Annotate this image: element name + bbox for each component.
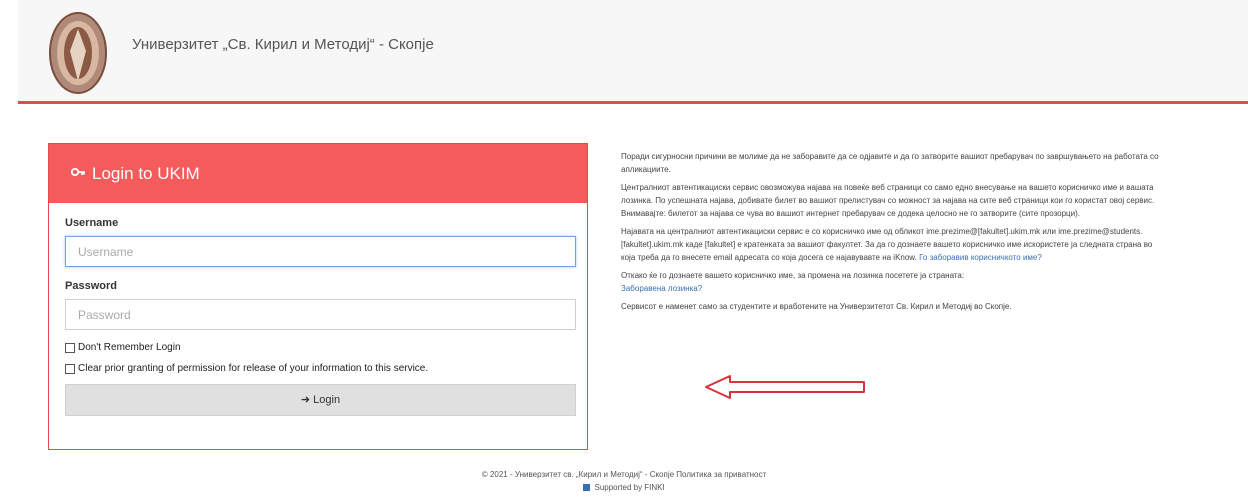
login-button[interactable]: ➜ Login xyxy=(65,384,576,416)
forgot-password-link[interactable]: Заборавена лозинка? xyxy=(621,284,702,293)
clear-permission-row[interactable]: Clear prior granting of permission for r… xyxy=(65,363,574,374)
finki-icon xyxy=(583,484,591,492)
copyright-text: © 2021 - Универзитет св. „Кирил и Методи… xyxy=(481,470,675,479)
info-paragraph-5: Сервисот е наменет само за студентите и … xyxy=(621,302,1012,311)
forgot-username-link[interactable]: Го заборавив корисничкото име? xyxy=(919,253,1042,262)
username-input[interactable] xyxy=(65,236,576,267)
info-paragraph-4: Откако ќе го дознаете вашето корисничко … xyxy=(621,269,1161,295)
supported-text: Supported by FINKI xyxy=(594,483,665,492)
dont-remember-checkbox[interactable] xyxy=(65,342,75,353)
dont-remember-row[interactable]: Don't Remember Login xyxy=(65,342,574,353)
footer-copyright-line: © 2021 - Универзитет св. „Кирил и Методи… xyxy=(0,468,1248,481)
footer: © 2021 - Универзитет св. „Кирил и Методи… xyxy=(0,468,1248,494)
login-form: Username Password Don't Remember Login C… xyxy=(49,217,587,416)
password-input[interactable] xyxy=(65,299,576,330)
login-title: Login to UKIM xyxy=(92,163,200,183)
red-arrow-annotation xyxy=(705,375,865,399)
dont-remember-label[interactable]: Don't Remember Login xyxy=(78,342,181,353)
clear-permission-checkbox[interactable] xyxy=(65,363,75,374)
university-title: Универзитет „Св. Кирил и Методиј“ - Скоп… xyxy=(132,36,434,53)
university-logo xyxy=(49,12,107,94)
info-paragraph-1: Поради сигурносни причини ве молиме да н… xyxy=(621,152,1159,174)
info-text: Поради сигурносни причини ве молиме да н… xyxy=(621,150,1161,318)
info-paragraph-2: Централниот автентикациски сервис овозмо… xyxy=(621,183,1155,218)
sign-in-icon: ➜ xyxy=(300,394,311,406)
header: Универзитет „Св. Кирил и Методиј“ - Скоп… xyxy=(18,0,1248,104)
info-paragraph-4-text: Откако ќе го дознаете вашето корисничко … xyxy=(621,271,965,280)
privacy-policy-link[interactable]: Политика за приватност xyxy=(676,470,766,479)
password-label: Password xyxy=(65,280,117,292)
info-paragraph-3: Најавата на централниот автентикациски с… xyxy=(621,225,1161,264)
key-icon xyxy=(70,165,86,182)
login-panel-heading: Login to UKIM xyxy=(49,144,587,203)
login-button-label: Login xyxy=(313,394,341,406)
info-paragraph-3-text: Најавата на централниот автентикациски с… xyxy=(621,227,1153,262)
login-panel: Login to UKIM Username Password Don't Re… xyxy=(48,143,588,450)
username-label: Username xyxy=(65,217,119,229)
clear-permission-label[interactable]: Clear prior granting of permission for r… xyxy=(78,363,428,374)
footer-supported-line: Supported by FINKI xyxy=(0,481,1248,494)
